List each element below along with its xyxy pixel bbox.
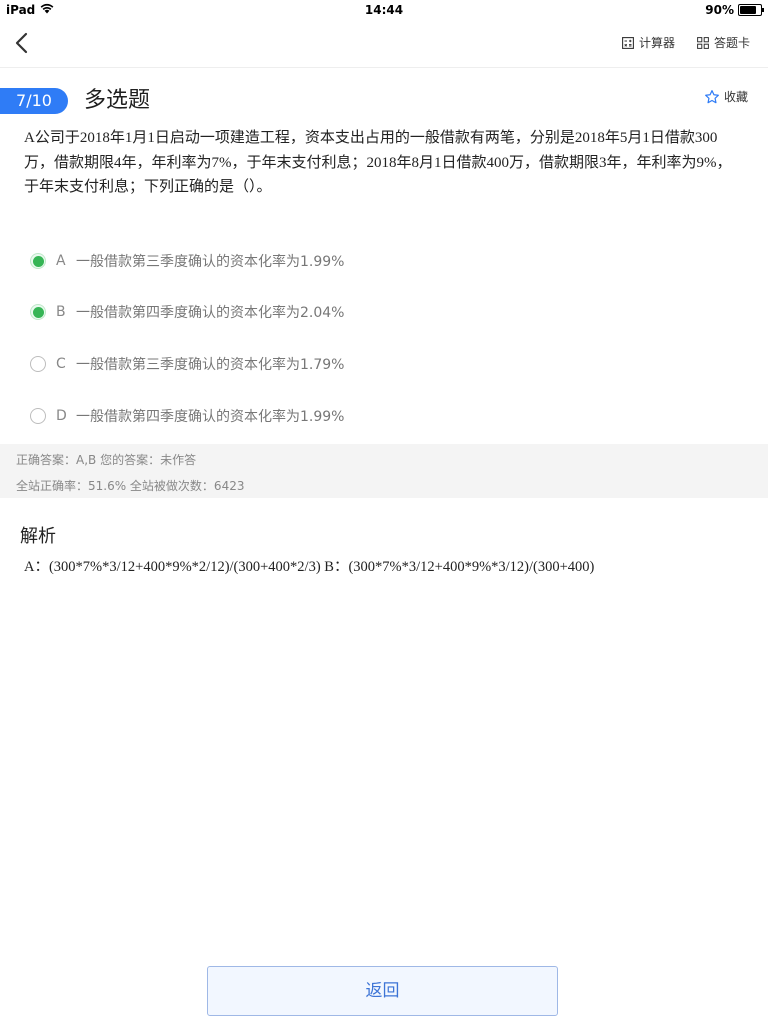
question-stem: A公司于2018年1月1日启动一项建造工程，资本支出占用的一般借款有两笔，分别是… bbox=[24, 130, 732, 195]
grid-icon bbox=[697, 36, 709, 49]
option-radio[interactable] bbox=[30, 356, 46, 372]
analysis-title: 解析 bbox=[20, 526, 56, 547]
option-letter: A bbox=[56, 253, 66, 269]
clock: 14:44 bbox=[364, 3, 404, 17]
option-letter: C bbox=[56, 356, 66, 372]
correct-answer-line: 正确答案：A,B 您的答案：未作答 bbox=[16, 453, 197, 467]
favorite-button[interactable]: 收藏 bbox=[704, 88, 748, 105]
option-text: 一般借款第四季度确认的资本化率为1.99% bbox=[76, 409, 345, 425]
question-type: 多选题 bbox=[84, 88, 151, 113]
calculator-button[interactable]: 计算器 bbox=[622, 34, 675, 51]
chevron-left-icon bbox=[15, 32, 28, 54]
option-radio[interactable] bbox=[30, 253, 46, 269]
battery-icon bbox=[738, 4, 764, 16]
option-radio[interactable] bbox=[30, 408, 46, 424]
return-button[interactable]: 返回 bbox=[207, 966, 558, 1016]
analysis-text: A：(300*7%*3/12+400*9%*2/12)/(300+400*2/3… bbox=[24, 559, 595, 575]
status-bar: iPad 14:44 90% bbox=[0, 0, 768, 20]
option-c[interactable]: C 一般借款第三季度确认的资本化率为1.79% bbox=[30, 349, 730, 379]
option-b[interactable]: B 一般借款第四季度确认的资本化率为2.04% bbox=[30, 297, 730, 327]
question-header: 7/10 多选题 收藏 bbox=[0, 86, 768, 118]
question-progress-badge: 7/10 bbox=[0, 88, 68, 114]
back-button[interactable] bbox=[12, 30, 34, 56]
answer-card-button[interactable]: 答题卡 bbox=[697, 34, 750, 51]
option-letter: B bbox=[56, 304, 66, 320]
accuracy-stats-line: 全站正确率：51.6% 全站被做次数：6423 bbox=[16, 479, 245, 493]
star-icon bbox=[705, 89, 719, 103]
calculator-icon bbox=[622, 36, 634, 49]
nav-bar: 计算器 答题卡 bbox=[0, 20, 768, 68]
answer-summary: 正确答案：A,B 您的答案：未作答 全站正确率：51.6% 全站被做次数：642… bbox=[0, 444, 768, 498]
option-text: 一般借款第三季度确认的资本化率为1.79% bbox=[76, 357, 345, 373]
answer-card-label: 答题卡 bbox=[713, 36, 750, 50]
battery-percent: 90% bbox=[705, 3, 734, 17]
option-text: 一般借款第三季度确认的资本化率为1.99% bbox=[76, 254, 345, 270]
option-text: 一般借款第四季度确认的资本化率为2.04% bbox=[76, 305, 345, 321]
option-d[interactable]: D 一般借款第四季度确认的资本化率为1.99% bbox=[30, 401, 730, 431]
option-radio[interactable] bbox=[30, 304, 46, 320]
calculator-label: 计算器 bbox=[638, 36, 675, 50]
option-a[interactable]: A 一般借款第三季度确认的资本化率为1.99% bbox=[30, 246, 730, 276]
option-letter: D bbox=[56, 408, 67, 424]
favorite-label: 收藏 bbox=[723, 90, 748, 104]
